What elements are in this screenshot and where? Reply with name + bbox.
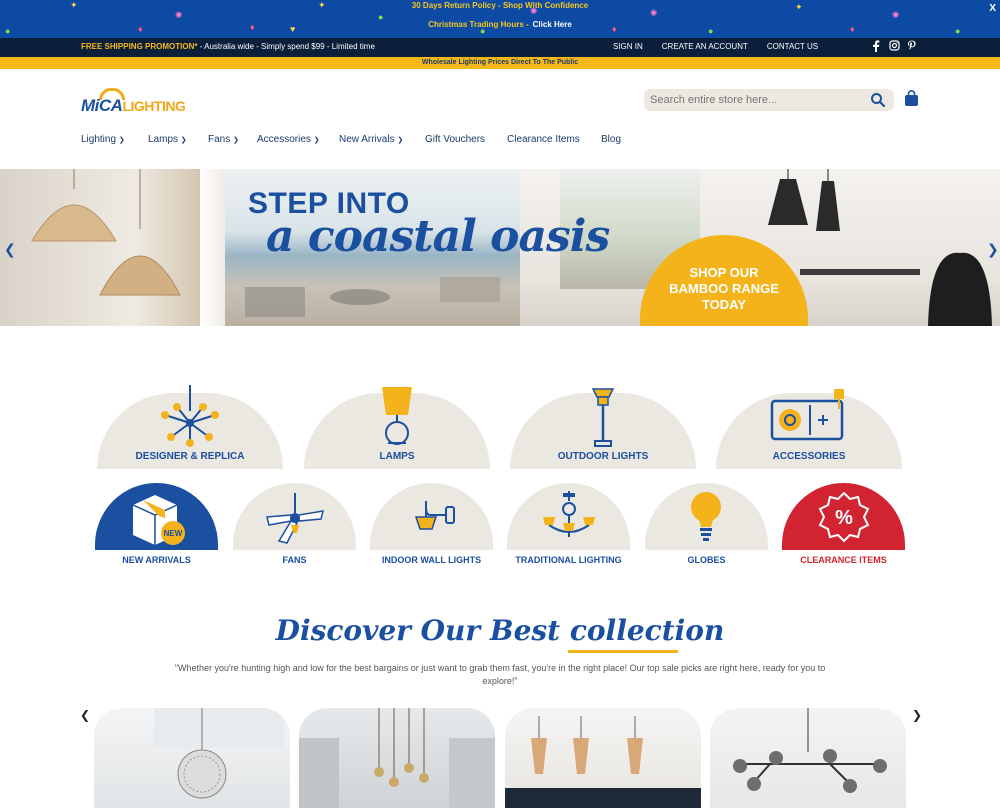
chevron-down-icon: ❯ xyxy=(180,137,187,144)
carousel-prev-icon[interactable]: ❮ xyxy=(80,708,90,722)
discount-badge-icon: % xyxy=(818,491,870,543)
category-label: LAMPS xyxy=(379,451,415,462)
mica-lighting-logo[interactable]: MiCALIGHTING xyxy=(81,88,196,118)
new-box-icon: NEW xyxy=(132,495,185,545)
ceiling-fan-icon xyxy=(266,493,325,544)
search-input[interactable] xyxy=(650,92,860,108)
search-icon[interactable] xyxy=(870,92,886,108)
top-utility-bar: FREE SHIPPING PROMOTION* - Australia wid… xyxy=(0,38,1000,57)
sign-in-link[interactable]: SIGN IN xyxy=(613,42,643,51)
traditional-chandelier-icon xyxy=(543,491,595,537)
nav-new-arrivals-label: New Arrivals xyxy=(339,134,395,145)
category-label: DESIGNER & REPLICA xyxy=(135,451,245,462)
nav-lighting[interactable]: Lighting ❯ xyxy=(81,134,125,145)
product-card[interactable] xyxy=(710,708,906,808)
category-globes[interactable]: GLOBES xyxy=(645,483,768,567)
nav-gift-vouchers[interactable]: Gift Vouchers xyxy=(425,134,485,145)
chevron-down-icon: ❯ xyxy=(118,137,125,144)
hero-patio-chairs-image xyxy=(245,277,500,317)
instagram-icon[interactable] xyxy=(888,40,900,55)
chevron-down-icon: ❯ xyxy=(233,137,239,144)
category-label: NEW ARRIVALS xyxy=(122,555,191,565)
pinterest-icon[interactable] xyxy=(906,40,918,55)
category-fans[interactable]: FANS xyxy=(233,483,356,567)
category-label: OUTDOOR LIGHTS xyxy=(557,451,649,462)
category-new-arrivals[interactable]: NEW NEW ARRIVALS xyxy=(95,483,218,567)
search-bar xyxy=(644,89,894,111)
promo-banner: ✦ ● ♦ ✺ ♦ ♥ ✦ ● ● ✺ ♦ ✺ ● ✦ ♦ ✺ ● 30 Day… xyxy=(0,0,1000,38)
social-links xyxy=(870,40,918,55)
shop-bamboo-cta-label: SHOP OUR BAMBOO RANGE TODAY xyxy=(669,265,779,312)
category-label: INDOOR WALL LIGHTS xyxy=(381,555,482,565)
cluster-pendant-image xyxy=(299,708,495,808)
lamp-post-icon xyxy=(591,388,615,447)
category-label: FANS xyxy=(282,555,307,565)
shipping-promo-detail: - Australia wide - Simply spend $99 - Li… xyxy=(199,42,375,51)
logo-mica: MiCA xyxy=(81,96,123,115)
nav-lamps[interactable]: Lamps ❯ xyxy=(148,134,187,145)
percent-symbol: % xyxy=(835,507,853,529)
category-indoor-wall-lights[interactable]: INDOOR WALL LIGHTS xyxy=(370,483,493,567)
nav-clearance-items[interactable]: Clearance Items xyxy=(507,134,580,145)
hero-next-arrow-icon[interactable]: ❯ xyxy=(987,241,999,258)
account-links: SIGN IN CREATE AN ACCOUNT CONTACT US xyxy=(613,42,818,51)
shipping-promo-title: FREE SHIPPING PROMOTION* xyxy=(81,42,198,51)
nav-accessories[interactable]: Accessories ❯ xyxy=(257,134,320,145)
shopping-bag-icon[interactable] xyxy=(904,90,919,107)
light-bulb-icon xyxy=(691,492,721,541)
product-card[interactable] xyxy=(94,708,290,808)
category-label: CLEARANCE ITEMS xyxy=(800,555,887,565)
nav-accessories-label: Accessories xyxy=(257,134,311,145)
bamboo-pendant-lamps-image xyxy=(31,169,181,296)
collection-heading: Discover Our Best collection xyxy=(275,614,725,647)
trading-hours-label: Christmas Trading Hours - xyxy=(428,20,529,29)
category-label: GLOBES xyxy=(687,555,726,565)
category-designer-replica[interactable]: DESIGNER & REPLICA xyxy=(97,385,283,477)
category-lamps[interactable]: LAMPS xyxy=(304,387,490,477)
sphere-pendant-image xyxy=(154,708,284,799)
facebook-icon[interactable] xyxy=(870,40,882,55)
product-card[interactable] xyxy=(299,708,495,808)
nav-fans[interactable]: Fans ❯ xyxy=(208,134,239,145)
category-accessories[interactable]: ACCESSORIES xyxy=(716,389,902,477)
product-card[interactable] xyxy=(505,708,701,808)
hero-subheadline: a coastal oasis xyxy=(266,211,610,262)
category-outdoor-lights[interactable]: OUTDOOR LIGHTS xyxy=(510,388,696,477)
molecule-pendant-image xyxy=(733,708,887,793)
nav-fans-label: Fans xyxy=(208,134,231,145)
category-clearance-items[interactable]: % CLEARANCE ITEMS xyxy=(782,483,905,567)
carousel-next-icon[interactable]: ❯ xyxy=(912,708,922,722)
return-policy-text: 30 Days Return Policy - Shop With Confid… xyxy=(411,1,589,10)
category-label: ACCESSORIES xyxy=(772,451,846,462)
category-traditional-lighting[interactable]: TRADITIONAL LIGHTING xyxy=(507,483,630,567)
nav-lighting-label: Lighting xyxy=(81,134,117,145)
table-lamp-icon xyxy=(382,387,412,445)
collection-quote: "Whether you're hunting high and low for… xyxy=(174,663,826,686)
wall-sconce-icon xyxy=(414,501,455,530)
trading-hours-text: Christmas Trading Hours - Click Here xyxy=(0,20,1000,29)
logo-wordmark: MiCALIGHTING xyxy=(81,96,186,116)
chevron-down-icon: ❯ xyxy=(397,137,404,144)
nav-new-arrivals[interactable]: New Arrivals ❯ xyxy=(339,134,403,145)
hero-banner[interactable]: STEP INTO a coastal oasis SHOP OUR BAMBO… xyxy=(0,169,1000,326)
nav-blog[interactable]: Blog xyxy=(601,134,621,145)
create-account-link[interactable]: CREATE AN ACCOUNT xyxy=(662,42,748,51)
logo-lighting: LIGHTING xyxy=(122,98,186,114)
chandelier-icon xyxy=(161,385,219,447)
nav-lamps-label: Lamps xyxy=(148,134,179,145)
new-badge-text: NEW xyxy=(164,529,183,538)
click-here-link[interactable]: Click Here xyxy=(533,20,572,29)
close-promo-button[interactable]: X xyxy=(989,3,996,14)
wholesale-banner: Wholesale Lighting Prices Direct To The … xyxy=(0,57,1000,69)
chevron-down-icon: ❯ xyxy=(313,137,320,144)
power-outlet-icon xyxy=(770,389,844,441)
hero-prev-arrow-icon[interactable]: ❮ xyxy=(4,241,16,258)
category-label: TRADITIONAL LIGHTING xyxy=(515,555,622,565)
shipping-promotion: FREE SHIPPING PROMOTION* - Australia wid… xyxy=(81,42,375,51)
contact-us-link[interactable]: CONTACT US xyxy=(767,42,818,51)
heading-underline xyxy=(568,650,678,653)
timber-pendants-image xyxy=(505,716,701,808)
